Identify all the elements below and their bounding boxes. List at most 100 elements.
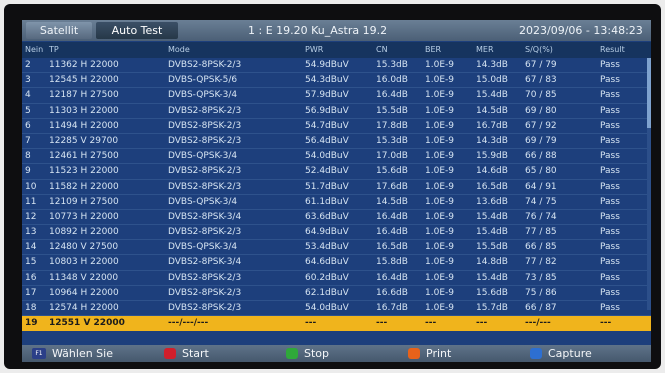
cell-result: Pass [600,303,620,313]
column-header-mer: MER [476,45,494,54]
cell-mode: DVBS-QPSK-3/4 [168,196,238,207]
column-header-nein: Nein [25,45,44,54]
cell-pwr: 51.7dBuV [305,181,349,192]
cell-sq: 69 / 80 [525,105,557,116]
table-row[interactable]: 11 12109 H 27500 DVBS-QPSK-3/4 61.1dBuV … [22,195,651,210]
cell-ber: 1.0E-9 [425,303,454,313]
cell-mer: 15.4dB [476,272,508,283]
cell-pwr: 54.0dBuV [305,303,349,313]
cell-mode: DVBS2-8PSK-2/3 [168,135,242,146]
cell-nein: 9 [25,166,31,177]
blue-button-icon [530,348,542,359]
cell-sq: 67 / 92 [525,120,557,131]
column-header-ber: BER [425,45,442,54]
table-row[interactable]: 9 11523 H 22000 DVBS2-8PSK-2/3 52.4dBuV … [22,164,651,180]
cell-tp: 11348 V 22000 [49,272,119,283]
cell-cn: 15.5dB [376,105,408,116]
cell-mer: 15.9dB [476,151,508,162]
cell-sq: 66 / 87 [525,303,557,313]
table-row[interactable]: 16 11348 V 22000 DVBS2-8PSK-2/3 60.2dBuV… [22,271,651,286]
cell-cn: 16.0dB [376,75,408,86]
cell-sq: 66 / 88 [525,151,557,162]
cell-pwr: 54.7dBuV [305,120,349,131]
f1-key-icon: F1 [32,348,46,359]
cell-cn: 17.6dB [376,181,408,192]
table-row[interactable]: 18 12574 H 22000 DVBS2-8PSK-2/3 54.0dBuV… [22,301,651,317]
table-row[interactable]: 7 12285 V 29700 DVBS2-8PSK-2/3 56.4dBuV … [22,134,651,150]
cell-pwr: 53.4dBuV [305,242,349,253]
cell-mer: 14.6dB [476,166,508,177]
cell-nein: 15 [25,257,37,268]
cell-result: Pass [600,75,620,86]
cell-nein: 10 [25,181,37,192]
cell-tp: 12285 V 29700 [49,135,119,146]
cell-pwr: 63.6dBuV [305,211,349,222]
cell-nein: 4 [25,90,31,101]
cell-mode: DVBS2-8PSK-2/3 [168,120,242,131]
table-row[interactable]: 12 10773 H 22000 DVBS2-8PSK-3/4 63.6dBuV… [22,210,651,226]
cell-mer: 15.4dB [476,211,508,222]
cell-sq: 75 / 86 [525,287,557,298]
table-row[interactable]: 13 10892 H 22000 DVBS2-8PSK-2/3 64.9dBuV… [22,225,651,241]
cell-result: Pass [600,60,620,70]
cell-sq: 67 / 79 [525,60,557,70]
table-row[interactable]: 2 11362 H 22000 DVBS2-8PSK-2/3 54.9dBuV … [22,58,651,74]
table-row[interactable]: 6 11494 H 22000 DVBS2-8PSK-2/3 54.7dBuV … [22,119,651,134]
cell-sq: 64 / 91 [525,181,557,192]
cell-ber: 1.0E-9 [425,227,454,238]
cell-mode: DVBS2-8PSK-2/3 [168,105,242,116]
cell-mode: DVBS-QPSK-3/4 [168,242,238,253]
cell-pwr: 54.9dBuV [305,60,349,70]
table-row[interactable]: 4 12187 H 27500 DVBS-QPSK-3/4 57.9dBuV 1… [22,88,651,104]
cell-mer: 15.4dB [476,90,508,101]
cell-result: --- [600,318,612,329]
cell-sq: 77 / 85 [525,227,557,238]
cell-nein: 16 [25,272,37,283]
cell-mer: 15.7dB [476,303,508,313]
cell-result: Pass [600,90,620,101]
cell-tp: 10892 H 22000 [49,227,119,238]
cell-result: Pass [600,242,620,253]
cell-mode: DVBS2-8PSK-2/3 [168,272,242,283]
cell-mode: DVBS2-8PSK-2/3 [168,166,242,177]
column-header-mode: Mode [168,45,190,54]
cell-mode: DVBS2-8PSK-2/3 [168,227,242,238]
cell-nein: 7 [25,135,31,146]
tab-satellit[interactable]: Satellit [26,22,92,39]
cell-sq: 69 / 79 [525,135,557,146]
table-row[interactable]: 15 10803 H 22000 DVBS2-8PSK-3/4 64.6dBuV… [22,255,651,271]
table-row[interactable]: 8 12461 H 27500 DVBS-QPSK-3/4 54.0dBuV 1… [22,149,651,165]
table-row[interactable]: 10 11582 H 22000 DVBS2-8PSK-2/3 51.7dBuV… [22,180,651,195]
table-row[interactable]: 3 12545 H 22000 DVBS-QPSK-5/6 54.3dBuV 1… [22,73,651,89]
selected-table-row[interactable]: 19 12551 V 22000 ---/---/--- --- --- ---… [22,316,651,332]
cell-ber: 1.0E-9 [425,151,454,162]
green-button-icon [286,348,298,359]
table-row[interactable]: 17 10964 H 22000 DVBS2-8PSK-2/3 62.1dBuV… [22,286,651,301]
cell-sq: 73 / 85 [525,272,557,283]
cell-sq: 74 / 75 [525,196,557,207]
cell-mode: ---/---/--- [168,318,209,329]
table-scrollbar[interactable] [647,58,651,310]
table-row[interactable]: 14 12480 V 27500 DVBS-QPSK-3/4 53.4dBuV … [22,240,651,256]
cell-result: Pass [600,166,620,177]
column-header-tp: TP [49,45,59,54]
cell-result: Pass [600,272,620,283]
scrollbar-thumb[interactable] [647,58,651,128]
cell-nein: 3 [25,75,31,86]
cell-cn: 16.4dB [376,90,408,101]
cell-tp: 12545 H 22000 [49,75,119,86]
table-row[interactable]: 5 11303 H 22000 DVBS2-8PSK-2/3 56.9dBuV … [22,104,651,119]
cell-tp: 12461 H 27500 [49,151,119,162]
column-header-cn: CN [376,45,388,54]
cell-mer: 14.3dB [476,135,508,146]
cell-ber: 1.0E-9 [425,242,454,253]
cell-tp: 11494 H 22000 [49,120,119,131]
cell-result: Pass [600,181,620,192]
column-header-result: Result [600,45,625,54]
cell-tp: 12187 H 27500 [49,90,119,101]
tv-bezel: Satellit Auto Test 1 : E 19.20 Ku_Astra … [4,4,661,369]
cell-ber: 1.0E-9 [425,105,454,116]
tab-auto-test[interactable]: Auto Test [96,22,178,39]
cell-tp: 10773 H 22000 [49,211,119,222]
cell-ber: 1.0E-9 [425,272,454,283]
